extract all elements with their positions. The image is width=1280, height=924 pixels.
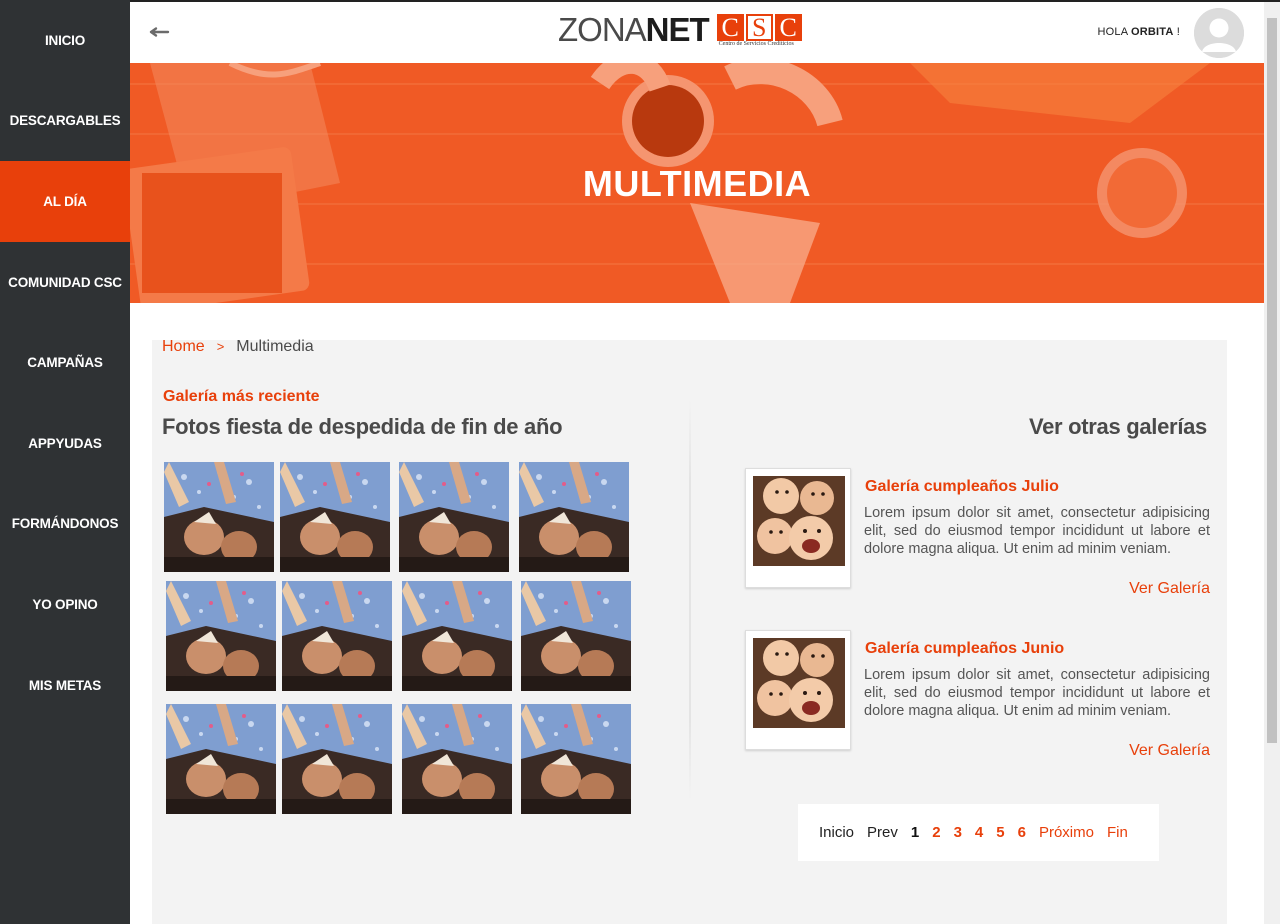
pager-page-1[interactable]: 1 (911, 824, 919, 841)
arrow-left-icon[interactable] (148, 20, 172, 44)
hero-title: MULTIMEDIA (582, 163, 812, 204)
pagination: Inicio Prev 1 2 3 4 5 6 Próximo Fin (798, 804, 1159, 861)
pager-page-4[interactable]: 4 (975, 824, 983, 841)
hero-banner: MULTIMEDIA (130, 63, 1264, 303)
breadcrumb-home-link[interactable]: Home (162, 338, 205, 355)
sidebar-item-comunidad-csc[interactable]: COMUNIDAD CSC (0, 242, 130, 323)
greeting-username: ORBITA (1130, 26, 1174, 38)
sidebar-item-mis-metas[interactable]: MIS METAS (0, 645, 130, 726)
breadcrumb-separator: > (216, 339, 225, 354)
pager-page-3[interactable]: 3 (954, 824, 962, 841)
pager-last[interactable]: Fin (1107, 824, 1128, 841)
sidebar-item-formandonos[interactable]: FORMÁNDONOS (0, 484, 130, 565)
recent-gallery-title: Fotos fiesta de despedida de fin de año (162, 414, 563, 439)
sidebar-item-al-dia[interactable]: AL DÍA (0, 161, 130, 242)
content-panel: Home > Multimedia Galería más reciente Fot… (152, 338, 1227, 924)
gallery-photo-thumbnail[interactable] (519, 462, 629, 572)
ver-galeria-link[interactable]: Ver Galería (1129, 742, 1210, 760)
gallery-card-description: Lorem ipsum dolor sit amet, consectetur … (864, 667, 1210, 719)
gallery-card-title[interactable]: Galería cumpleaños Junio (865, 640, 1064, 658)
sidebar: INICIO DESCARGABLES AL DÍA COMUNIDAD CSC… (0, 0, 130, 924)
sidebar-item-appyudas[interactable]: APPYUDAS (0, 403, 130, 484)
gallery-photo-thumbnail[interactable] (282, 581, 392, 691)
pager-page-5[interactable]: 5 (996, 824, 1004, 841)
logo-c2: C (774, 14, 802, 41)
gallery-photo-thumbnail[interactable] (282, 704, 392, 814)
gallery-photo-thumbnail[interactable] (402, 581, 512, 691)
breadcrumb-current: Multimedia (236, 338, 314, 355)
faces-photo (753, 638, 845, 728)
gallery-photo-thumbnail[interactable] (399, 462, 509, 572)
gallery-photo-thumbnail[interactable] (402, 704, 512, 814)
gallery-card: Galería cumpleaños Junio Lorem ipsum dol… (745, 630, 1215, 760)
greeting-prefix: HOLA (1097, 26, 1131, 38)
sidebar-item-descargables[interactable]: DESCARGABLES (0, 81, 130, 162)
gallery-card: Galería cumpleaños Julio Lorem ipsum dol… (745, 468, 1215, 598)
pager-page-2[interactable]: 2 (932, 824, 940, 841)
logo-wordmark: ZONANET (558, 11, 710, 48)
gallery-photo-thumbnail[interactable] (521, 704, 631, 814)
gallery-photo-thumbnail[interactable] (166, 704, 276, 814)
zonanet-csc-logo[interactable]: ZONANET C S C Centro de Servicios Credit… (558, 11, 805, 50)
sidebar-item-yo-opino[interactable]: YO OPINO (0, 564, 130, 645)
logo-subtitle: Centro de Servicios Crediticios (718, 41, 794, 47)
pager-page-6[interactable]: 6 (1018, 824, 1026, 841)
gallery-photo-thumbnail[interactable] (521, 581, 631, 691)
logo-s: S (745, 14, 773, 41)
pager-prev[interactable]: Prev (867, 824, 898, 841)
user-avatar-icon[interactable] (1194, 8, 1244, 58)
other-galleries-title: Ver otras galerías (1028, 414, 1207, 439)
gallery-photo-thumbnail[interactable] (166, 581, 276, 691)
page-scrollbar[interactable] (1264, 2, 1280, 924)
gallery-card-thumbnail[interactable] (745, 468, 851, 588)
column-divider (689, 400, 691, 800)
faces-photo (753, 476, 845, 566)
scrollbar-thumb[interactable] (1267, 18, 1277, 743)
sidebar-item-campanas[interactable]: CAMPAÑAS (0, 322, 130, 403)
pager-first[interactable]: Inicio (819, 824, 854, 841)
pager-next[interactable]: Próximo (1039, 824, 1094, 841)
greeting-suffix: ! (1173, 26, 1180, 38)
user-greeting: HOLA ORBITA ! (1098, 26, 1180, 38)
top-header: ZONANET C S C Centro de Servicios Credit… (130, 2, 1264, 63)
gallery-card-description: Lorem ipsum dolor sit amet, consectetur … (864, 505, 1210, 557)
ver-galeria-link[interactable]: Ver Galería (1129, 580, 1210, 598)
logo-zona-text: ZONA (558, 11, 647, 48)
breadcrumb: Home > Multimedia (162, 338, 314, 356)
logo-csc-mark: C S C Centro de Servicios Crediticios (716, 14, 805, 50)
gallery-photo-thumbnail[interactable] (280, 462, 390, 572)
logo-net-text: NET (645, 11, 710, 48)
gallery-card-title[interactable]: Galería cumpleaños Julio (865, 478, 1059, 496)
recent-gallery-label: Galería más reciente (163, 388, 320, 405)
gallery-photo-thumbnail[interactable] (164, 462, 274, 572)
gallery-card-thumbnail[interactable] (745, 630, 851, 750)
sidebar-item-inicio[interactable]: INICIO (0, 0, 130, 81)
logo-c1: C (716, 14, 744, 41)
